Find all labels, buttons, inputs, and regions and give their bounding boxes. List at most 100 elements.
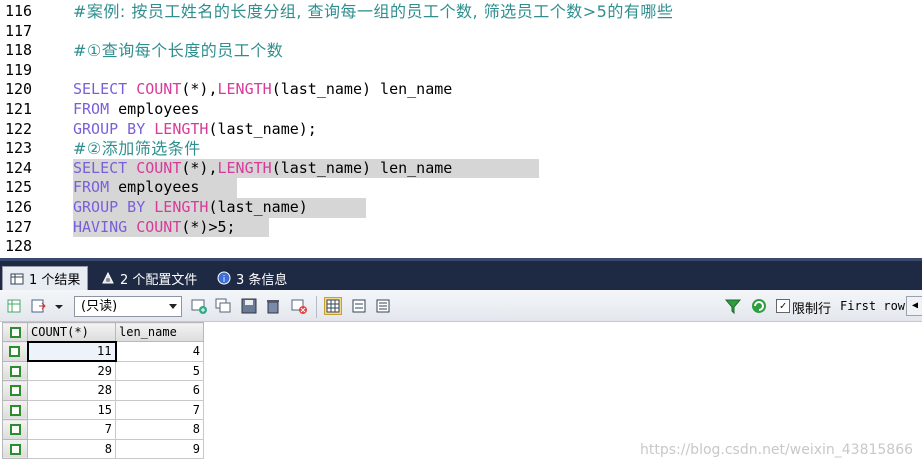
chevron-down-icon[interactable] (50, 297, 68, 315)
form-view-icon[interactable] (350, 297, 368, 315)
checkbox-icon (9, 346, 21, 358)
cell-count[interactable]: 7 (27, 419, 116, 440)
line-number: 121 (5, 100, 33, 118)
save-icon[interactable] (240, 297, 258, 315)
code-text: HAVING COUNT(*)>5; (73, 217, 269, 238)
table-row[interactable]: 28 6 (2, 380, 204, 401)
limit-rows-checkbox[interactable]: ✓ (776, 299, 790, 313)
line-number: 116 (5, 2, 33, 20)
cell-len-name[interactable]: 8 (115, 419, 204, 440)
row-selector[interactable] (2, 399, 28, 420)
table-row[interactable]: 89 (2, 438, 204, 459)
checkbox-icon (9, 424, 21, 436)
tab-info[interactable]: i 3 条信息 (210, 266, 294, 290)
line-number: 127 (5, 217, 33, 236)
tab-profile[interactable]: 2 个配置文件 (94, 266, 204, 290)
export-icon[interactable] (6, 297, 24, 315)
table-row[interactable]: 78 (2, 419, 204, 440)
profile-icon (101, 271, 115, 285)
sql-keyword: FROM (73, 178, 119, 197)
result-tab-bar: 1 个结果 2 个配置文件 i 3 条信息 (0, 258, 922, 290)
line-number: 123 (5, 139, 33, 158)
chevron-left-icon[interactable]: ◀ (906, 296, 922, 316)
cell-count[interactable]: 28 (27, 380, 116, 401)
cell-count[interactable]: 15 (27, 399, 116, 420)
sql-function: LENGTH (217, 80, 272, 99)
code-line[interactable]: 128 (0, 237, 922, 257)
sql-text: (*), (181, 158, 218, 177)
sql-comment: #案例: 按员工姓名的长度分组, 查询每一组的员工个数, 筛选员工个数>5的有哪… (73, 2, 674, 21)
cell-count[interactable]: 29 (27, 360, 116, 381)
code-line[interactable]: 120 SELECT COUNT(*),LENGTH(last_name) len… (0, 80, 922, 100)
cell-len-name[interactable]: 6 (115, 380, 204, 401)
code-line[interactable]: 121 FROM employees (0, 100, 922, 120)
sql-text: employees (118, 178, 200, 197)
code-line[interactable]: 119 (0, 61, 922, 81)
sql-function: LENGTH (154, 119, 209, 138)
table-body: 11 4 29 5 28 6 15 7 7 8 8 9 (2, 340, 204, 459)
sql-function: LENGTH (154, 198, 209, 216)
cell-len-name[interactable]: 5 (115, 360, 204, 381)
cell-len-name[interactable]: 9 (115, 438, 204, 459)
code-text: GROUP BY LENGTH(last_name) (73, 198, 366, 218)
sql-function: LENGTH (217, 158, 272, 177)
checkbox-icon (9, 327, 21, 338)
read-only-mode-select[interactable]: (只读) (74, 296, 182, 317)
code-line[interactable]: 116 #案例: 按员工姓名的长度分组, 查询每一组的员工个数, 筛选员工个数>5… (0, 2, 922, 22)
code-line[interactable]: 118 #①查询每个长度的员工个数 (0, 41, 922, 61)
row-selector[interactable] (2, 341, 28, 362)
code-line[interactable]: 126 GROUP BY LENGTH(last_name) (0, 198, 922, 218)
duplicate-row-icon[interactable] (214, 297, 232, 315)
code-line[interactable]: 123 #②添加筛选条件 (0, 139, 922, 159)
cell-len-name[interactable]: 4 (115, 341, 204, 362)
sql-function: COUNT (136, 158, 182, 177)
code-text: SELECT COUNT(*),LENGTH(last_name) len_na… (73, 80, 452, 100)
code-text: #案例: 按员工姓名的长度分组, 查询每一组的员工个数, 筛选员工个数>5的有哪… (73, 2, 673, 23)
tab-results[interactable]: 1 个结果 (2, 266, 89, 290)
sql-editor[interactable]: 116 #案例: 按员工姓名的长度分组, 查询每一组的员工个数, 筛选员工个数>5… (0, 0, 922, 258)
code-line[interactable]: 125 FROM employees (0, 178, 922, 198)
tab-info-label: 3 条信息 (236, 272, 288, 288)
sql-keyword: FROM (73, 100, 119, 118)
code-text: FROM employees (73, 178, 237, 198)
sql-text: (*)>5; (181, 217, 236, 236)
cell-count[interactable]: 8 (27, 438, 116, 459)
sql-keyword: GROUP BY (73, 119, 155, 138)
code-line[interactable]: 122 GROUP BY LENGTH(last_name); (0, 120, 922, 140)
column-header-count[interactable]: COUNT(*) (27, 322, 116, 342)
row-selector[interactable] (2, 360, 28, 381)
sql-keyword: GROUP BY (73, 198, 155, 216)
row-selector[interactable] (2, 419, 28, 440)
limit-rows-label: 限制行 (792, 302, 832, 317)
table-row[interactable]: 29 5 (2, 360, 204, 381)
text-view-icon[interactable] (374, 297, 392, 315)
cell-len-name[interactable]: 7 (115, 399, 204, 420)
code-line[interactable]: 127 HAVING COUNT(*)>5; (0, 217, 922, 238)
row-selector[interactable] (2, 438, 28, 459)
watermark: https://blog.csdn.net/weixin_43815866 (640, 442, 914, 458)
grid-view-icon[interactable] (324, 297, 342, 315)
delete-icon[interactable] (264, 297, 282, 315)
cancel-changes-icon[interactable] (290, 297, 308, 315)
insert-row-icon[interactable] (190, 297, 208, 315)
sql-keyword: SELECT (73, 158, 137, 177)
code-line[interactable]: 117 (0, 22, 922, 42)
refresh-icon[interactable] (750, 297, 768, 315)
cell-count[interactable]: 11 (26, 340, 117, 362)
line-number: 125 (5, 178, 33, 197)
line-number: 119 (5, 60, 33, 79)
result-table: COUNT(*) len_name 11 4 29 5 28 6 15 7 7 8 8 9 (2, 322, 204, 459)
sql-text: employees (118, 100, 200, 118)
sql-text: (last_name) len_name (271, 80, 453, 99)
select-all-cell[interactable] (2, 322, 28, 342)
import-icon[interactable] (30, 297, 48, 315)
table-row[interactable]: 15 7 (2, 399, 204, 420)
column-header-len-name[interactable]: len_name (115, 322, 204, 342)
row-selector[interactable] (2, 380, 28, 401)
code-line[interactable]: 124 SELECT COUNT(*),LENGTH(last_name) len… (0, 158, 922, 179)
table-row[interactable]: 11 4 (2, 340, 204, 362)
filter-icon[interactable] (724, 297, 742, 315)
sql-comment: #①查询每个长度的员工个数 (73, 41, 284, 61)
sql-text: (last_name) len_name (271, 158, 453, 177)
line-number: 117 (5, 21, 33, 40)
